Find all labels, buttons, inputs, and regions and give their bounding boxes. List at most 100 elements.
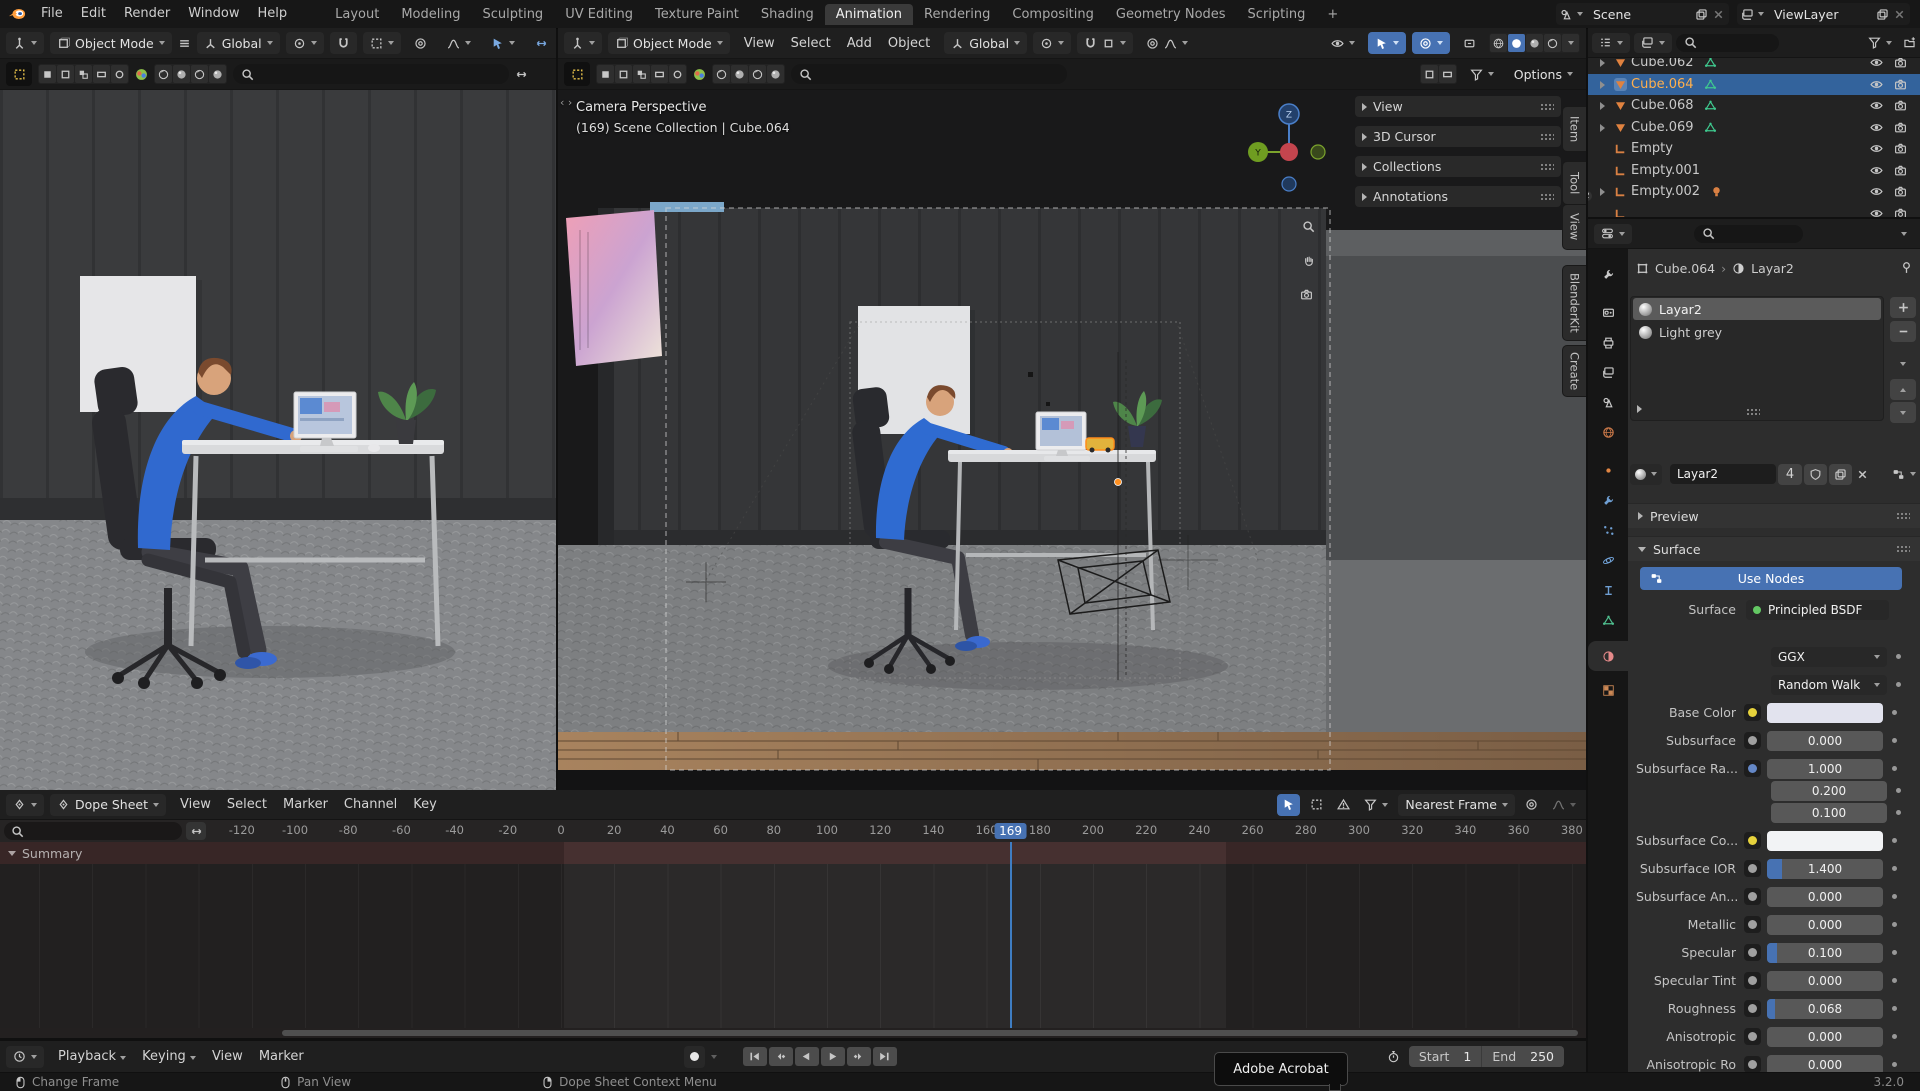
jump-to-end-button[interactable]: [873, 1047, 897, 1066]
only-selected-toggle[interactable]: [1277, 794, 1300, 816]
browse-material-button[interactable]: [1630, 464, 1662, 485]
hide-render-icon[interactable]: [1894, 164, 1907, 177]
topbar-menu-edit[interactable]: Edit: [72, 0, 115, 28]
decorator-dot[interactable]: [1892, 978, 1897, 983]
outliner-row-cube-068[interactable]: Cube.068: [1588, 95, 1920, 116]
hide-render-icon[interactable]: [1894, 185, 1907, 198]
properties-tab-render[interactable]: [1588, 297, 1628, 327]
options-dropdown[interactable]: [1894, 223, 1914, 245]
hide-render-icon[interactable]: [1894, 99, 1907, 112]
unlink-material-icon[interactable]: [1856, 468, 1869, 481]
dope-menu-key[interactable]: Key: [405, 797, 445, 812]
pin-icon[interactable]: [1900, 261, 1913, 274]
shading-sphere-buttons[interactable]: [712, 64, 785, 84]
add-slot-button[interactable]: [1890, 297, 1916, 318]
gizmo-toggle[interactable]: [484, 32, 522, 54]
snap-toggle[interactable]: [330, 32, 357, 54]
frame-end-field[interactable]: End250: [1482, 1049, 1564, 1064]
sidebar-tab-item[interactable]: Item: [1562, 106, 1586, 152]
outliner-row-empty-001[interactable]: Empty.001: [1588, 160, 1920, 181]
properties-search-input[interactable]: [1694, 225, 1803, 243]
properties-tab-world[interactable]: [1588, 417, 1628, 447]
sidebar-tab-blenderkit[interactable]: BlenderKit: [1562, 265, 1586, 341]
tool-search-input[interactable]: [791, 64, 1067, 84]
outliner-row-empty[interactable]: Empty: [1588, 138, 1920, 159]
snap-extra-buttons[interactable]: [1420, 64, 1457, 84]
editor-type-button[interactable]: [1594, 224, 1632, 244]
hide-viewport-icon[interactable]: [1870, 164, 1883, 177]
material-slot-light-grey[interactable]: Light grey: [1633, 321, 1881, 343]
filter-dropdown[interactable]: [1861, 32, 1899, 54]
topbar-menu-window[interactable]: Window: [179, 0, 248, 28]
previous-keyframe-button[interactable]: [769, 1047, 793, 1066]
properties-tab-object[interactable]: [1588, 455, 1628, 485]
npanel-view[interactable]: View: [1355, 96, 1561, 117]
editor-type-button[interactable]: [6, 794, 44, 816]
hide-render-icon[interactable]: [1894, 121, 1907, 134]
users-count-button[interactable]: 4: [1778, 464, 1802, 485]
palette-icon[interactable]: [693, 68, 706, 81]
workspace-tab-layout[interactable]: Layout: [324, 4, 390, 25]
breadcrumb-object[interactable]: Cube.064: [1655, 261, 1715, 276]
playhead-line[interactable]: [1010, 842, 1012, 1028]
workspace-tab-sculpting[interactable]: Sculpting: [471, 4, 554, 25]
filter-dropdown[interactable]: [1463, 63, 1501, 85]
properties-tab-physics[interactable]: [1588, 545, 1628, 575]
filter-dropdown[interactable]: [1360, 794, 1392, 816]
surface-panel-header[interactable]: Surface: [1628, 536, 1920, 561]
overlays-toggle[interactable]: [528, 32, 555, 54]
color-swatch-subsurface-co-[interactable]: [1767, 831, 1883, 851]
auto-keying-button[interactable]: [684, 1046, 705, 1068]
box-select-icon[interactable]: [1306, 794, 1327, 816]
visibility-dropdown[interactable]: [1324, 32, 1362, 54]
frame-start-field[interactable]: Start1: [1409, 1049, 1482, 1064]
decorator-dot[interactable]: [1892, 1034, 1897, 1039]
slot-move-up-button[interactable]: [1890, 379, 1916, 400]
move-view-icon[interactable]: [1302, 254, 1315, 267]
snap-target-dropdown[interactable]: [363, 32, 401, 54]
new-scene-icon[interactable]: [1695, 8, 1708, 21]
hide-render-icon[interactable]: [1894, 78, 1907, 91]
value-slider-metallic[interactable]: 0.000: [1767, 915, 1883, 935]
new-collection-icon[interactable]: [1903, 36, 1916, 49]
value-slider-specular-tint[interactable]: 0.000: [1767, 971, 1883, 991]
decorator-dot[interactable]: [1892, 866, 1897, 871]
dope-menu-view[interactable]: View: [172, 797, 219, 812]
decorator-dot[interactable]: [1892, 710, 1897, 715]
errors-warning-icon[interactable]: [1333, 794, 1354, 816]
hide-viewport-icon[interactable]: [1870, 185, 1883, 198]
shader-field[interactable]: Principled BSDF: [1746, 600, 1889, 620]
falloff-dropdown[interactable]: [440, 32, 478, 54]
active-tool-button[interactable]: [564, 62, 590, 86]
npanel-annotations[interactable]: Annotations: [1355, 186, 1561, 207]
properties-tab-material[interactable]: [1588, 641, 1628, 671]
properties-tab-modifiers[interactable]: [1588, 485, 1628, 515]
hide-viewport-icon[interactable]: [1870, 121, 1883, 134]
dope-menu-channel[interactable]: Channel: [336, 797, 405, 812]
topbar-menu-render[interactable]: Render: [115, 0, 179, 28]
timeline-menu-view[interactable]: View: [204, 1049, 251, 1064]
outliner-row[interactable]: [1588, 203, 1920, 217]
hide-render-icon[interactable]: [1894, 142, 1907, 155]
zoom-view-icon[interactable]: [1302, 220, 1315, 233]
swap-icon[interactable]: [515, 68, 528, 81]
preview-panel-header[interactable]: Preview: [1628, 503, 1920, 528]
workspace-tab-geometry-nodes[interactable]: Geometry Nodes: [1105, 4, 1237, 25]
slot-list-resize-grip[interactable]: [1746, 408, 1760, 416]
workspace-tab-rendering[interactable]: Rendering: [913, 4, 1001, 25]
shading-mode-buttons[interactable]: [1489, 33, 1580, 53]
workspace-tab-scripting[interactable]: Scripting: [1237, 4, 1317, 25]
properties-tab-scene[interactable]: [1588, 387, 1628, 417]
camera-view-icon[interactable]: [1300, 288, 1313, 301]
outliner-search-input[interactable]: [1676, 34, 1779, 52]
orientation-dropdown[interactable]: Global: [944, 32, 1027, 54]
timeline-menu-playback[interactable]: Playback: [50, 1049, 134, 1064]
value-slider[interactable]: 1.000: [1767, 759, 1883, 779]
remove-viewlayer-icon[interactable]: [1893, 8, 1906, 21]
material-specials-dropdown[interactable]: [1890, 463, 1918, 485]
decorator-dot[interactable]: [1892, 738, 1897, 743]
properties-tab-constraints[interactable]: [1588, 575, 1628, 605]
scene-name[interactable]: Scene: [1587, 7, 1691, 22]
npanel-3d-cursor[interactable]: 3D Cursor: [1355, 126, 1561, 147]
dropdown-random-walk[interactable]: Random Walk: [1771, 675, 1887, 695]
